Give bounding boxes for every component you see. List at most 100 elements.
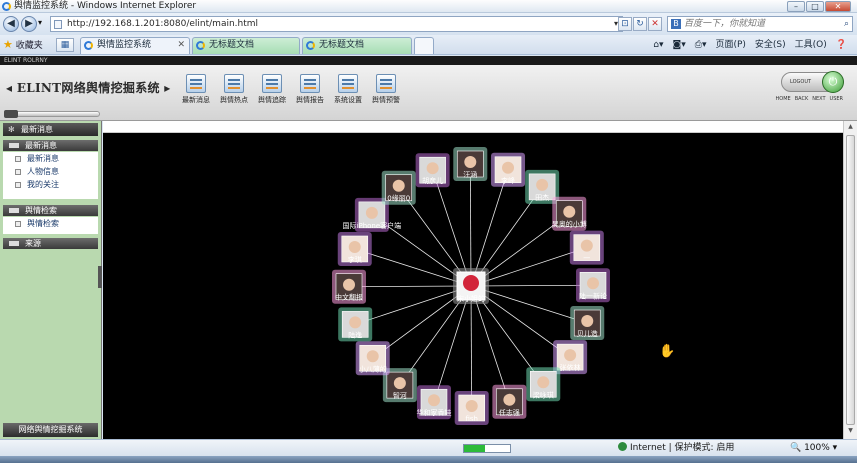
tab-2[interactable]: 无标题文档 [192,37,300,54]
doc-icon [15,169,21,175]
search-field[interactable]: B 百度一下，你就知道 ⌕ [667,16,853,32]
compat-view-icon[interactable]: ⊡ [618,17,632,31]
page-menu[interactable]: 页面(P) [715,38,745,52]
sidebar-collapse-handle[interactable] [98,266,102,288]
tools-menu[interactable]: 工具(O) [795,38,827,52]
person-node[interactable]: 汪涵 [453,147,488,182]
history-dropdown-icon[interactable]: ▾ [38,18,42,27]
app-title-text: ELINT网络舆情挖掘系统 [16,81,160,95]
favorites-button[interactable]: ★ 收藏夹 [3,38,43,53]
nav-report-button[interactable]: 舆情报告 [290,74,330,114]
address-field[interactable]: http://192.168.1.201:8080/elint/main.htm… [50,16,623,32]
taskbar [0,456,857,463]
command-bar: ⌂▾ ◙▾ ⎙▾ 页面(P) 安全(S) 工具(O) ❓ [653,38,847,52]
avatar-face [564,349,577,362]
sidebar-section-source[interactable]: 来源 [3,238,98,249]
section-title: 最新消息 [25,141,57,150]
url-text: http://192.168.1.201:8080/elint/main.htm… [67,19,259,29]
feeds-icon[interactable]: ◙▾ [673,38,686,52]
center-node[interactable]: 宋小姐的 [453,268,489,304]
logout-button[interactable]: LOGOUT ⏻ [781,71,844,93]
nav-settings-button[interactable]: 系统设置 [328,74,368,114]
person-node[interactable]: 贝儿造 [570,306,605,341]
section-icon [9,241,19,246]
back-button[interactable]: ◀ [3,16,19,32]
sidebar-item-follow[interactable]: 我的关注 [3,178,98,191]
relation-edge [348,285,472,288]
baidu-icon: B [671,19,681,29]
item-label: 最新消息 [27,154,59,163]
scroll-thumb[interactable] [846,135,855,425]
person-node[interactable]: fish [454,390,489,425]
vertical-scrollbar[interactable]: ▲ ▼ [843,121,857,439]
doc-icon [15,156,21,162]
avatar-face [502,161,515,174]
relation-edge [470,285,473,409]
person-node[interactable]: 任志强 [492,384,527,419]
avatar-face [464,156,477,169]
nav-warning-button[interactable]: 舆情预警 [366,74,406,114]
person-node[interactable]: 李峰 [491,152,526,187]
maximize-button[interactable]: □ [806,1,824,12]
person-node[interactable]: 0缘丽0 [381,170,416,205]
tab-2-label: 无标题文档 [209,40,255,50]
sidebar-item-search[interactable]: 舆情检索 [3,217,98,230]
ie-tab-icon [196,41,205,50]
sidebar-section-news[interactable]: 最新消息 [3,140,98,151]
forward-button[interactable]: ▶ [21,16,37,32]
person-node[interactable]: 陆一新论 [575,268,610,303]
nav-label: 舆情预警 [372,96,400,104]
app-title: ◂ ELINT网络舆情挖掘系统 ▸ [6,81,171,95]
new-tab-button[interactable] [414,37,434,54]
scroll-up-icon[interactable]: ▲ [846,123,855,133]
scroll-down-icon[interactable]: ▼ [846,427,855,437]
avatar-face [348,240,361,253]
search-slider[interactable] [6,111,100,117]
search-icon[interactable]: ⌕ [844,17,849,31]
person-node[interactable]: 李琪 [337,231,372,266]
minimize-button[interactable]: – [787,1,805,12]
tab-3[interactable]: 无标题文档 [302,37,412,54]
person-node[interactable]: 胡彦儿 [415,153,450,188]
home-icon[interactable]: ⌂▾ [653,38,663,52]
user-link[interactable]: USER [830,96,843,102]
sidebar-top-bar[interactable]: ✻ 最新消息 [3,123,98,136]
back-link[interactable]: BACK [795,96,809,102]
node-label: 中文翻报 [335,293,363,302]
sidebar-section-search[interactable]: 舆情检索 [3,205,98,216]
person-node[interactable]: 华和家香娃 [416,385,451,420]
person-node[interactable]: 梁咏琪 [526,367,561,402]
close-window-button[interactable]: ✕ [825,1,851,12]
nav-news-button[interactable]: 最新消息 [176,74,216,114]
close-tab-icon[interactable]: ✕ [177,38,185,53]
person-node[interactable]: 一 [569,230,604,265]
nav-tracking-button[interactable]: 舆情追踪 [252,74,292,114]
help-icon[interactable]: ❓ [836,38,847,52]
nav-hotspot-button[interactable]: 舆情热点 [214,74,254,114]
print-icon[interactable]: ⎙▾ [695,38,707,52]
security-zone[interactable]: Internet | 保护模式: 启用 [618,440,734,457]
zoom-level[interactable]: 🔍 100% ▾ [790,440,837,457]
menu-toggle-icon[interactable] [4,110,18,118]
news-icon [186,74,206,93]
node-label: 一 [583,255,590,263]
home-link[interactable]: HOME [776,96,791,102]
node-label: 吴奥的小博 [552,220,587,229]
stop-icon[interactable]: ✕ [648,17,662,31]
hand-cursor-icon: ✋ [659,344,676,359]
next-link[interactable]: NEXT [812,96,825,102]
sidebar-item-latest[interactable]: 最新消息 [3,152,98,165]
tab-1[interactable]: 舆情监控系统 ✕ [80,37,190,54]
graph-canvas: 胡彦儿 汪涵 李峰 田杰 吴奥的小博一陆一新论 贝儿造 张依林 梁咏琪 任志强 fish 华和家香娃… [103,121,843,439]
refresh-icon[interactable]: ↻ [633,17,647,31]
section-icon [9,208,19,213]
person-node[interactable]: 中文翻报 [332,269,367,304]
section-icon [9,143,19,148]
person-node[interactable]: 小八薄的 [355,341,390,376]
sidebar-item-people[interactable]: 人物信息 [3,165,98,178]
safety-menu[interactable]: 安全(S) [755,38,786,52]
person-node[interactable]: 陆逸 [338,307,373,342]
person-node[interactable]: 吴奥的小博 [552,196,587,231]
quick-tabs-icon[interactable]: ▦ [56,38,74,52]
ie-icon [2,2,11,11]
